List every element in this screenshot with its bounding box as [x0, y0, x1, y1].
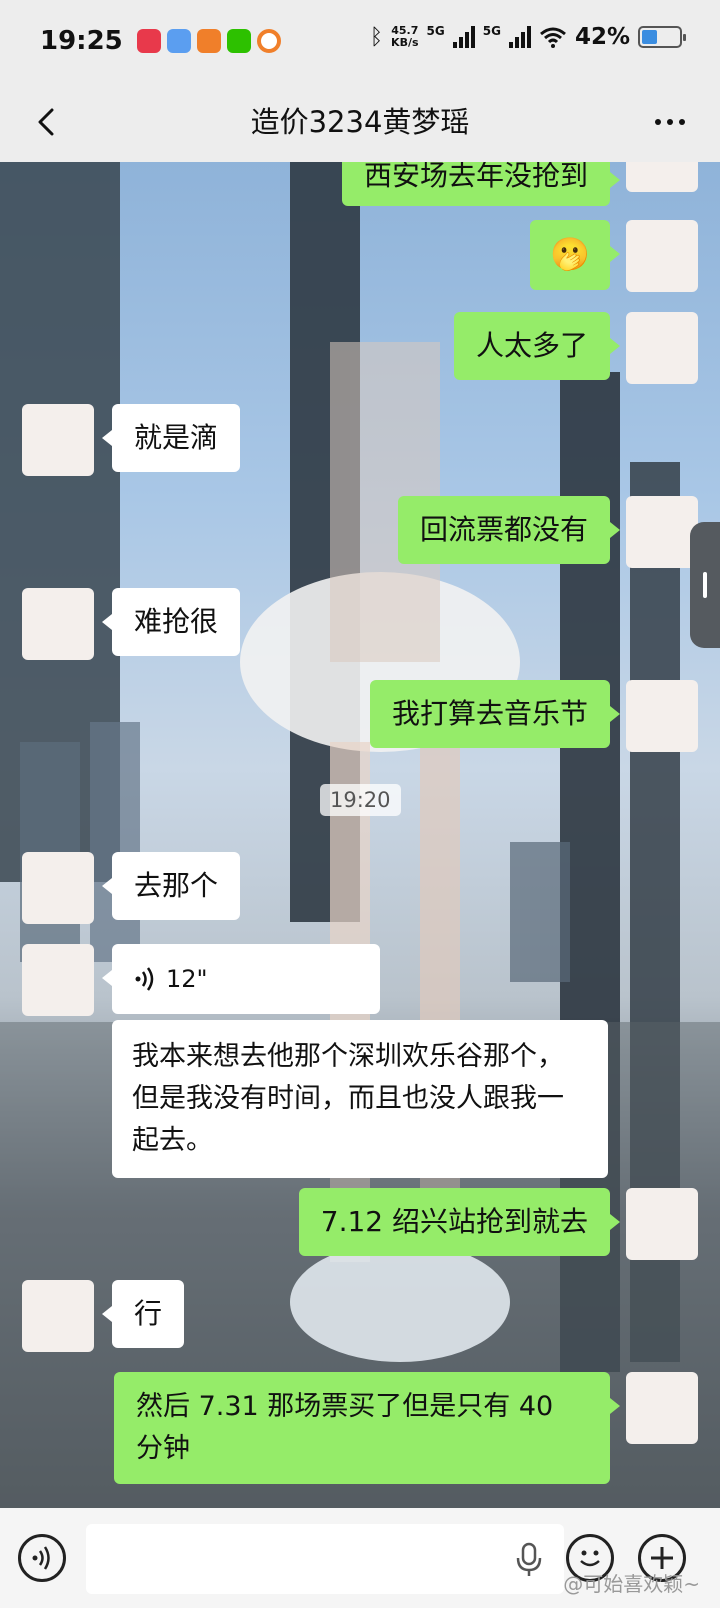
app-notification-icon — [136, 29, 161, 53]
voice-wave-icon — [32, 1546, 50, 1570]
wifi-icon — [539, 27, 566, 48]
battery-percent: 42% — [574, 24, 630, 50]
message-bubble[interactable]: 难抢很 — [101, 588, 241, 656]
message-row: 12" — [0, 944, 720, 1016]
message-row: 就是滴 — [0, 404, 720, 476]
my-avatar[interactable] — [626, 1372, 698, 1444]
message-bubble[interactable]: 回流票都没有 — [397, 496, 621, 564]
voice-icon[interactable] — [18, 1534, 66, 1582]
signal-icon — [452, 26, 475, 48]
message-row: 我本来想去他那个深圳欢乐谷那个，但是我没有时间，而且也没人跟我一起去。 — [0, 1020, 720, 1178]
message-row: 我打算去音乐节 — [0, 680, 720, 752]
emoji-message-bubble[interactable]: 🫢 — [530, 220, 620, 290]
contact-avatar[interactable] — [22, 852, 94, 924]
message-bubble[interactable]: 就是滴 — [101, 404, 241, 472]
my-avatar[interactable] — [626, 162, 698, 192]
message-bubble[interactable]: 然后 7.31 那场票买了但是只有 40 分钟 — [114, 1372, 620, 1484]
message-row: 去那个 — [0, 852, 720, 924]
voice-wave-icon — [135, 967, 154, 991]
message-row: 然后 7.31 那场票买了但是只有 40 分钟 — [0, 1372, 720, 1492]
app-notification-icon — [256, 29, 281, 53]
message-bubble[interactable]: 去那个 — [101, 852, 241, 920]
contact-avatar[interactable] — [22, 1280, 94, 1352]
message-row: 西安场去年没抢到 — [0, 162, 720, 210]
watermark-text: @可始喜欢颖~ — [563, 1572, 700, 1596]
app-notification-icon — [196, 29, 221, 53]
my-avatar[interactable] — [626, 496, 698, 568]
contact-avatar[interactable] — [22, 944, 94, 1016]
message-row: 🫢 — [0, 220, 720, 292]
app-notification-icon — [166, 29, 191, 53]
my-avatar[interactable] — [626, 1188, 698, 1260]
my-avatar[interactable] — [626, 220, 698, 292]
more-dots-icon[interactable] — [648, 100, 692, 144]
my-avatar[interactable] — [626, 680, 698, 752]
message-row: 人太多了 — [0, 312, 720, 384]
contact-avatar[interactable] — [22, 588, 94, 660]
message-row: 难抢很 — [0, 588, 720, 660]
message-bubble[interactable]: 7.12 绍兴站抢到就去 — [298, 1188, 621, 1256]
input-bar: @可始喜欢颖~ — [0, 1508, 720, 1608]
chat-message-list[interactable]: 西安场去年没抢到 🫢 人太多了 就是滴 回流票都没有 难抢很 我打算去音乐节 1… — [0, 162, 720, 1508]
voice-message-bubble[interactable]: 12" — [102, 944, 380, 1014]
message-bubble[interactable]: 行 — [101, 1280, 185, 1348]
my-avatar[interactable] — [626, 312, 698, 384]
message-row: 回流票都没有 — [0, 496, 720, 568]
signal-icon — [508, 26, 531, 48]
battery-icon — [638, 26, 686, 48]
message-row: 行 — [0, 1280, 720, 1352]
message-row: 7.12 绍兴站抢到就去 — [0, 1188, 720, 1260]
time-divider: 19:20 — [320, 784, 401, 816]
chevron-left-icon[interactable] — [26, 100, 70, 144]
wechat-icon — [226, 29, 251, 53]
message-bubble[interactable]: 人太多了 — [453, 312, 621, 380]
network-speed: 45.7 KB/s — [391, 25, 418, 49]
notification-icons — [136, 29, 281, 53]
chat-title: 造价3234黄梦瑶 — [250, 105, 470, 139]
message-bubble[interactable]: 我打算去音乐节 — [369, 680, 621, 748]
status-time: 19:25 — [40, 26, 123, 56]
microphone-icon[interactable] — [514, 1542, 544, 1578]
message-bubble[interactable]: 我本来想去他那个深圳欢乐谷那个，但是我没有时间，而且也没人跟我一起去。 — [112, 1020, 608, 1178]
message-bubble[interactable]: 西安场去年没抢到 — [341, 162, 621, 206]
speed-unit: KB/s — [391, 36, 419, 49]
side-drawer-handle[interactable] — [690, 522, 720, 648]
contact-avatar[interactable] — [22, 404, 94, 476]
status-right: ᛒ 45.7 KB/s 5G 5G 42% — [369, 24, 686, 50]
voice-duration: 12" — [166, 965, 208, 993]
chat-header: 造价3234黄梦瑶 — [0, 82, 720, 162]
network-label-1: 5G — [426, 24, 445, 38]
network-label-2: 5G — [482, 24, 501, 38]
bluetooth-icon: ᛒ — [369, 24, 384, 50]
message-input[interactable] — [86, 1524, 564, 1594]
status-bar: 19:25 ᛒ 45.7 KB/s 5G 5G 42% — [0, 0, 720, 82]
battery-fill — [642, 30, 658, 44]
